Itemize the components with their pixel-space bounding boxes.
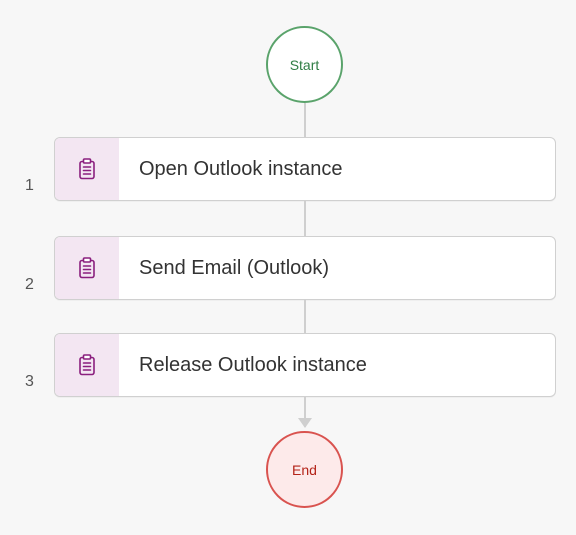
- step-label: Open Outlook instance: [139, 157, 343, 180]
- connector-line: [304, 201, 306, 236]
- step-icon-container: [55, 237, 119, 299]
- step-icon-container: [55, 138, 119, 200]
- step-card-release-outlook[interactable]: Release Outlook instance: [54, 333, 556, 397]
- step-row: 2 Send Email (Outlook): [0, 236, 576, 300]
- start-label: Start: [289, 56, 320, 73]
- flow-canvas: Start 1 Open Outlook instance 2 Send Ema…: [0, 0, 576, 535]
- step-card-send-email[interactable]: Send Email (Outlook): [54, 236, 556, 300]
- end-label: End: [292, 461, 317, 478]
- step-icon-container: [55, 334, 119, 396]
- start-node[interactable]: Start: [266, 26, 343, 103]
- step-label: Send Email (Outlook): [139, 256, 330, 279]
- step-card-open-outlook[interactable]: Open Outlook instance: [54, 137, 556, 201]
- clipboard-icon: [77, 353, 97, 377]
- connector-line: [304, 299, 306, 333]
- step-number: 3: [25, 373, 34, 390]
- clipboard-icon: [77, 157, 97, 181]
- step-number: 1: [25, 177, 34, 194]
- end-node[interactable]: End: [266, 431, 343, 508]
- step-number: 2: [25, 276, 34, 293]
- arrow-down-icon: [298, 418, 312, 428]
- step-label: Release Outlook instance: [139, 353, 367, 376]
- connector-line: [304, 103, 306, 137]
- step-row: 1 Open Outlook instance: [0, 137, 576, 201]
- clipboard-icon: [77, 256, 97, 280]
- step-row: 3 Release Outlook instance: [0, 333, 576, 397]
